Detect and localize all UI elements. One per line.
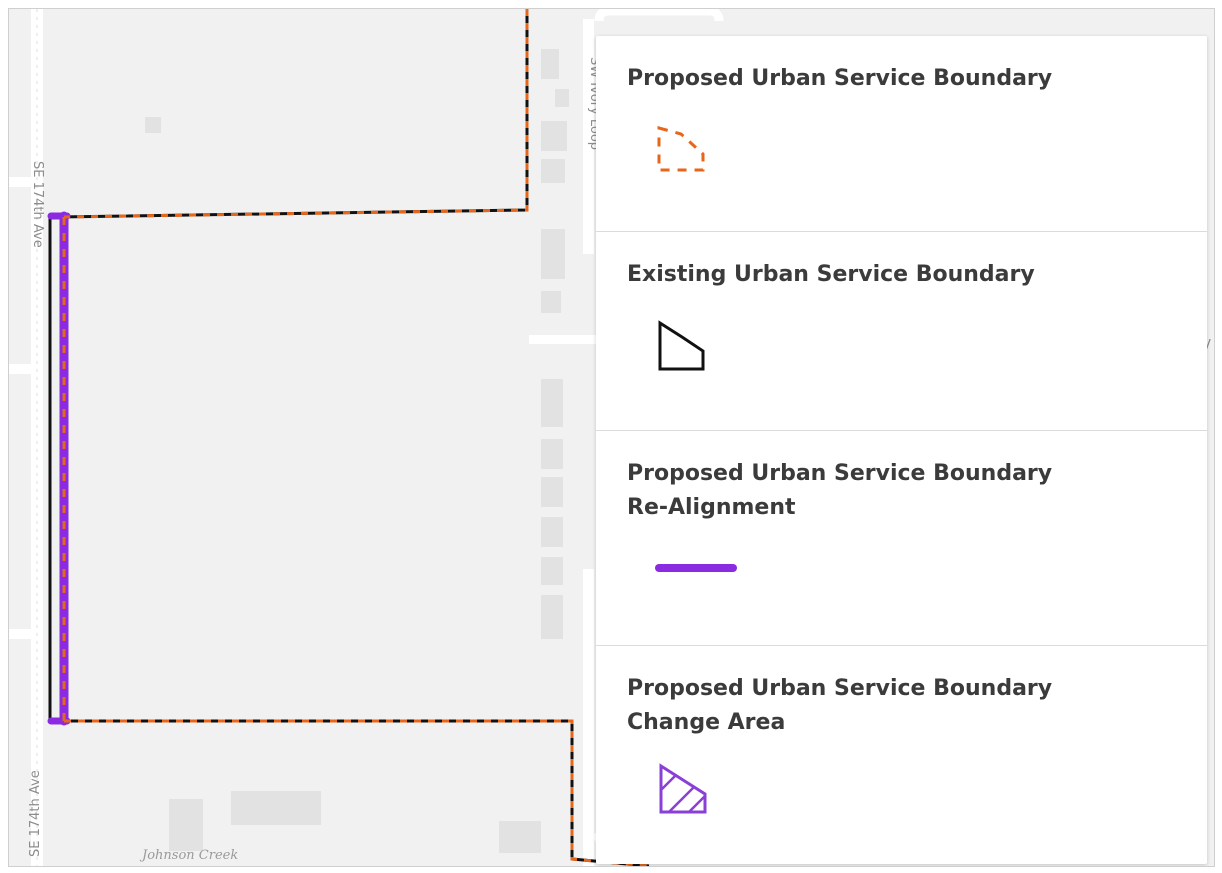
legend-title-line-1: Proposed Urban Service Boundary bbox=[627, 676, 1053, 701]
legend-title: Proposed Urban Service Boundary Re-Alignm… bbox=[627, 457, 1167, 525]
purple-line-icon bbox=[655, 564, 737, 572]
dashed-orange-polygon-icon bbox=[657, 126, 705, 172]
legend-item-existing-boundary: Existing Urban Service Boundary bbox=[596, 232, 1207, 431]
black-outline-polygon-icon bbox=[658, 320, 705, 371]
legend-item-realignment: Proposed Urban Service Boundary Re-Alignm… bbox=[596, 431, 1207, 646]
street-label-se-174th-ave-south: SE 174th Ave bbox=[28, 770, 43, 857]
legend-panel: Proposed Urban Service Boundary Existing… bbox=[596, 36, 1207, 864]
hatched-purple-polygon-icon bbox=[659, 763, 707, 814]
legend-title: Proposed Urban Service Boundary Change Ar… bbox=[627, 672, 1167, 740]
legend-item-proposed-boundary: Proposed Urban Service Boundary bbox=[596, 36, 1207, 232]
legend-item-change-area: Proposed Urban Service Boundary Change Ar… bbox=[596, 646, 1207, 862]
legend-title-line-2: Re-Alignment bbox=[627, 495, 796, 520]
legend-title: Existing Urban Service Boundary bbox=[627, 262, 1035, 287]
map-frame[interactable]: SE 174th Ave SE 174th Ave SW Ivory Loop … bbox=[8, 8, 1215, 867]
legend-title-line-1: Proposed Urban Service Boundary bbox=[627, 461, 1053, 486]
street-label-se-174th-ave-north: SE 174th Ave bbox=[30, 161, 45, 248]
place-label-johnson-creek: Johnson Creek bbox=[139, 848, 238, 863]
legend-title-line-2: Change Area bbox=[627, 710, 786, 735]
legend-title: Proposed Urban Service Boundary bbox=[627, 66, 1053, 91]
